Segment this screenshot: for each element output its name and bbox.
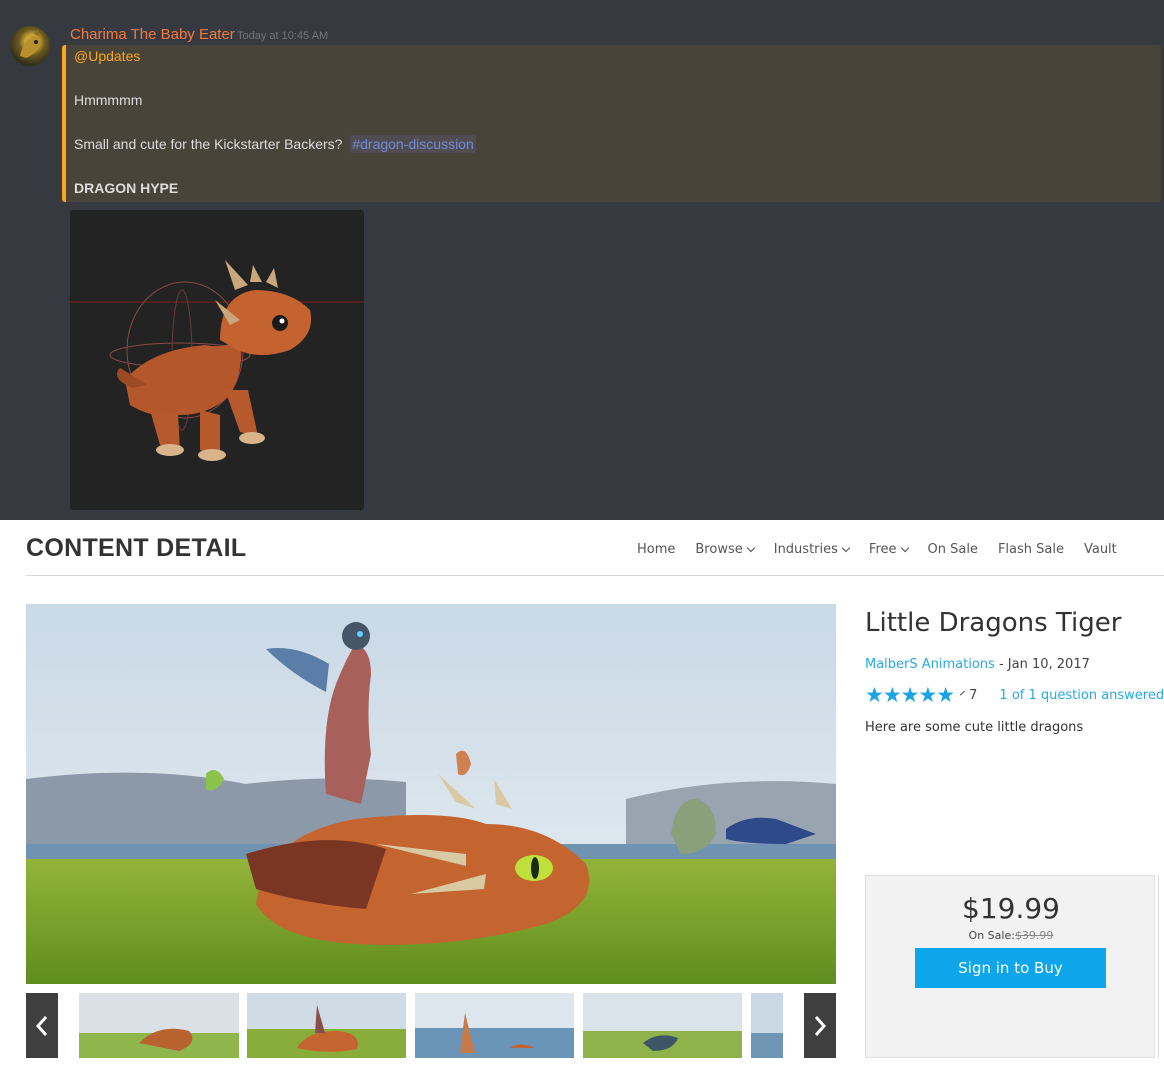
embed-text-line: Small and cute for the Kickstarter Backe… [74, 135, 476, 153]
embed-text-line: Hmmmmm [74, 92, 143, 108]
nav-browse[interactable]: Browse [695, 542, 755, 557]
meta-separator: - [994, 657, 1008, 672]
top-nav: Home Browse Industries Free On Sale Flas… [637, 542, 1137, 557]
dragons-field-render [26, 604, 836, 984]
rating-count: 7 [969, 687, 978, 703]
nav-vault[interactable]: Vault [1084, 542, 1117, 557]
chevron-down-icon [841, 543, 851, 552]
message-timestamp: Today at 10:45 AM [237, 30, 329, 42]
publisher-link[interactable]: MalberS Animations [865, 657, 995, 672]
star-rating[interactable]: ★★★★★ [865, 684, 955, 706]
discord-message-panel: Charima The Baby Eater Today at 10:45 AM… [0, 0, 1164, 520]
nav-label: Free [868, 542, 897, 557]
nav-free[interactable]: Free [868, 542, 909, 557]
channel-link[interactable]: #dragon-discussion [350, 135, 476, 153]
nav-label: Home [637, 542, 676, 557]
product-meta: MalberS Animations - Jan 10, 2017 [865, 657, 1090, 672]
message-embed: @Updates Hmmmmm Small and cute for the K… [62, 45, 1161, 202]
price: $19.99 [962, 892, 1060, 925]
rating-row: ★★★★★ 7 1 of 1 question answered [865, 684, 1164, 706]
chevron-down-icon [900, 543, 909, 552]
thumbnail-image [751, 993, 783, 1058]
thumbnail-strip [26, 993, 836, 1059]
chevron-left-icon [35, 1015, 48, 1036]
chevron-down-icon [746, 543, 755, 552]
product-title: Little Dragons Tiger [865, 608, 1122, 638]
gallery-thumbnail-active[interactable] [247, 993, 406, 1058]
role-mention[interactable]: @Updates [74, 48, 140, 64]
qa-link[interactable]: 1 of 1 question answered [999, 688, 1164, 703]
original-price: $39.99 [1014, 929, 1054, 942]
thumbnail-image [415, 993, 574, 1058]
gallery-next-button[interactable] [804, 993, 836, 1058]
dragon-avatar-icon [20, 29, 41, 58]
chevron-down-icon[interactable] [960, 690, 966, 696]
nav-flash-sale[interactable]: Flash Sale [998, 542, 1064, 557]
purchase-box: $19.99 On Sale:$39.99 Sign in to Buy [865, 875, 1155, 1058]
nav-label: Industries [773, 542, 838, 557]
gallery-thumbnail[interactable] [751, 993, 783, 1058]
thumbnail-image [79, 993, 239, 1058]
content-detail-page: CONTENT DETAIL Home Browse Industries Fr… [0, 520, 1164, 1076]
thumbnail-image [247, 993, 406, 1058]
nav-label: Flash Sale [997, 542, 1064, 557]
gallery-thumbnail[interactable] [583, 993, 742, 1058]
divider [26, 575, 1164, 576]
gallery-thumbnail[interactable] [79, 993, 239, 1058]
dragon-rig-render [70, 260, 364, 461]
thumbnail-image [583, 993, 742, 1058]
message-author[interactable]: Charima The Baby Eater [70, 26, 235, 43]
nav-home[interactable]: Home [637, 542, 675, 557]
product-hero-image[interactable] [26, 604, 836, 984]
sale-label: On Sale: [968, 929, 1015, 942]
release-date: Jan 10, 2017 [1007, 657, 1090, 672]
nav-on-sale[interactable]: On Sale [928, 542, 978, 557]
page-title: CONTENT DETAIL [26, 534, 247, 562]
nav-label: Browse [695, 542, 743, 557]
avatar[interactable] [10, 26, 50, 66]
gallery-prev-button[interactable] [26, 993, 58, 1058]
sale-info: On Sale:$39.99 [866, 929, 1156, 942]
embed-question-text: Small and cute for the Kickstarter Backe… [74, 136, 343, 152]
nav-industries[interactable]: Industries [773, 542, 851, 557]
adjacent-panel-edge [1158, 875, 1164, 1058]
nav-label: On Sale [927, 542, 978, 557]
embed-heading: DRAGON HYPE [74, 180, 179, 196]
sign-in-to-buy-button[interactable]: Sign in to Buy [915, 948, 1106, 988]
attached-image[interactable] [70, 210, 364, 510]
nav-label: Vault [1083, 542, 1117, 557]
gallery-thumbnail[interactable] [415, 993, 574, 1058]
product-description: Here are some cute little dragons [865, 720, 1084, 735]
chevron-right-icon [814, 1015, 827, 1036]
